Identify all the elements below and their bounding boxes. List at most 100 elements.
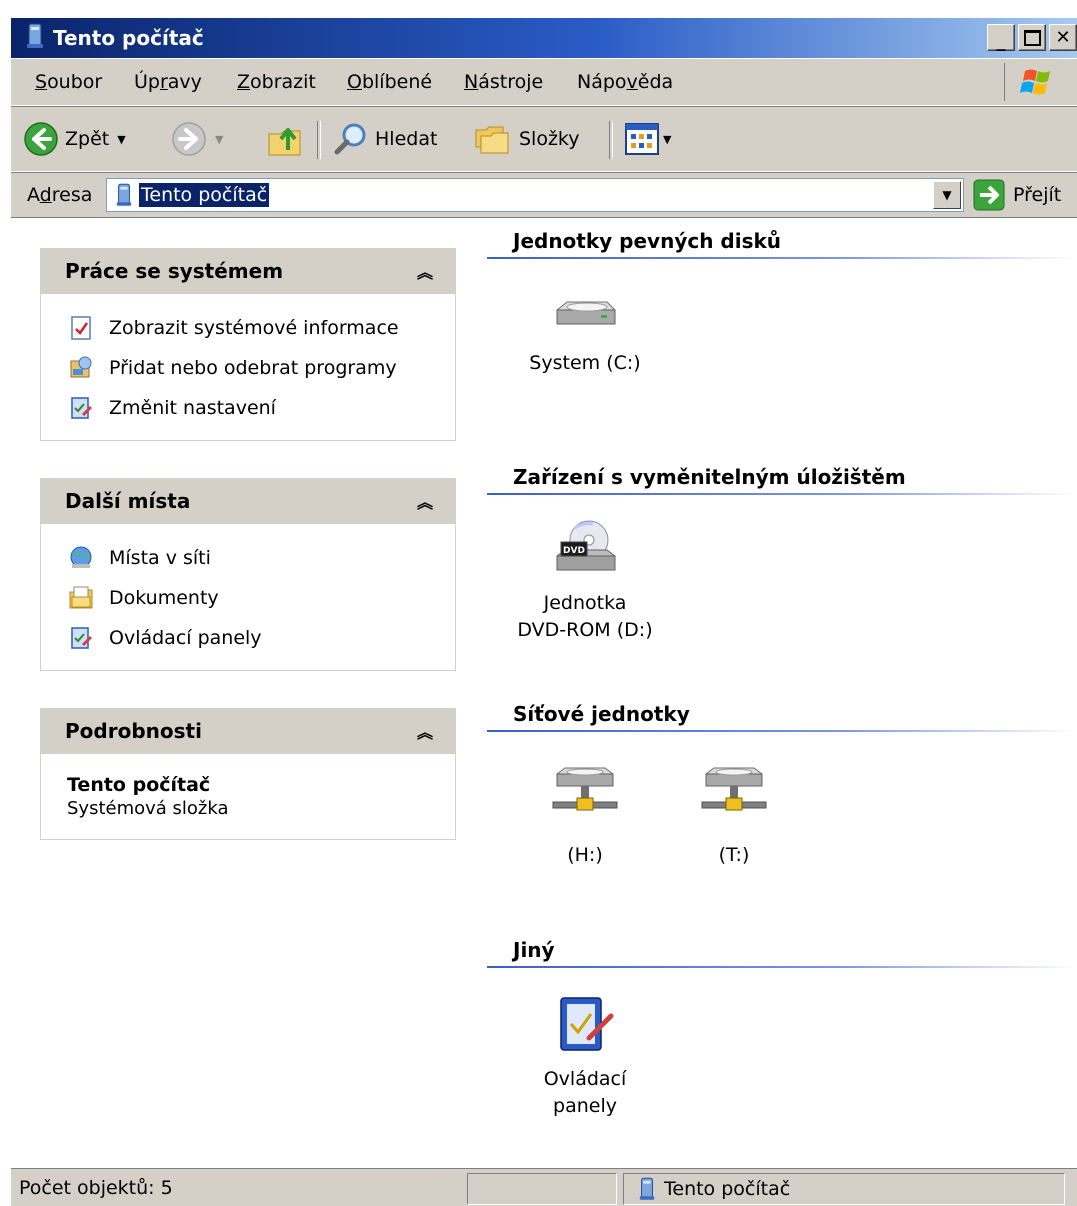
menu-label: obrazit — [250, 71, 316, 93]
group-divider — [487, 493, 1077, 495]
my-computer-icon — [25, 23, 45, 54]
task-pane: Práce se systémem ︽ Zobrazit systémové i… — [11, 218, 477, 1164]
close-button[interactable]: ✕ — [1049, 24, 1077, 51]
group-divider — [487, 966, 1077, 968]
views-button[interactable]: ▼ — [625, 107, 671, 171]
address-bar: Adresa Tento počítač ▼ Přejít — [11, 173, 1077, 218]
system-info-icon — [67, 314, 95, 342]
menu-label: Úp — [134, 71, 160, 93]
forward-button[interactable]: ▼ — [171, 107, 223, 171]
status-empty-cell — [467, 1173, 617, 1205]
group-title-removable: Zařízení s vyměnitelným úložištěm — [513, 465, 906, 489]
address-value: Tento počítač — [139, 183, 270, 207]
folder-up-icon — [268, 128, 301, 156]
system-tasks-header[interactable]: Práce se systémem ︽ — [41, 248, 455, 294]
menu-file[interactable]: Soubor — [35, 71, 102, 93]
link-label: Ovládací panely — [109, 627, 262, 649]
back-button[interactable]: Zpět ▼ — [23, 107, 126, 171]
status-location-label: Tento počítač — [664, 1178, 791, 1200]
add-remove-programs-icon — [67, 354, 95, 382]
details-header[interactable]: Podrobnosti ︽ — [41, 708, 455, 754]
link-label: Změnit nastavení — [109, 397, 276, 419]
item-label-line2: panely — [553, 1095, 617, 1117]
item-label: System (C:) — [529, 352, 641, 374]
folders-button[interactable]: Složky — [473, 107, 580, 171]
close-icon: ✕ — [1055, 27, 1071, 48]
go-button[interactable]: Přejít — [973, 179, 1061, 211]
maximize-button[interactable] — [1018, 24, 1046, 51]
other-places-panel: Další místa ︽ Místa v síti Dokumenty Ovl… — [40, 478, 456, 671]
views-dropdown-icon[interactable]: ▼ — [663, 133, 671, 146]
address-label-accel: d — [39, 184, 52, 206]
back-arrow-icon — [24, 122, 58, 156]
control-panel-icon — [505, 992, 665, 1056]
drive-h[interactable]: (H:) — [505, 764, 665, 869]
link-add-remove-programs[interactable]: Přidat nebo odebrat programy — [67, 348, 455, 388]
menu-view[interactable]: Zobrazit — [237, 71, 316, 93]
minimize-button[interactable]: _ — [987, 24, 1015, 52]
hard-drive-icon — [505, 296, 665, 336]
group-divider — [487, 257, 1077, 259]
menu-accel: O — [347, 71, 362, 93]
my-computer-icon — [115, 183, 133, 207]
item-label-line1: Ovládací — [543, 1068, 627, 1090]
address-dropdown-button[interactable]: ▼ — [933, 181, 961, 209]
drive-t[interactable]: (T:) — [654, 764, 814, 869]
link-label: Dokumenty — [109, 587, 219, 609]
forward-dropdown-icon[interactable]: ▼ — [215, 133, 223, 146]
back-dropdown-icon[interactable]: ▼ — [117, 133, 125, 146]
item-label: (H:) — [567, 844, 603, 866]
go-label: Přejít — [1013, 184, 1062, 206]
window-title: Tento počítač — [53, 26, 204, 50]
details-panel: Podrobnosti ︽ Tento počítač Systémová sl… — [40, 708, 456, 840]
network-drive-icon — [654, 764, 814, 816]
chevron-down-icon: ▼ — [942, 188, 952, 202]
menu-label: ěda — [637, 71, 674, 93]
menu-label: avy — [167, 71, 202, 93]
drive-c[interactable]: System (C:) — [505, 296, 665, 377]
group-title-hard-disks: Jednotky pevných disků — [513, 229, 782, 253]
address-input[interactable]: Tento počítač ▼ — [106, 178, 964, 212]
my-computer-icon — [638, 1177, 656, 1201]
item-label-line1: Jednotka — [543, 592, 627, 614]
link-network-places[interactable]: Místa v síti — [67, 538, 455, 578]
menu-accel: r — [159, 71, 168, 93]
menu-accel: v — [626, 71, 638, 93]
link-view-system-info[interactable]: Zobrazit systémové informace — [67, 308, 455, 348]
back-label: Zpět — [65, 128, 110, 150]
status-bar: Počet objektů: 5 Tento počítač — [11, 1168, 1077, 1206]
menu-accel: Z — [237, 71, 251, 93]
search-button[interactable]: Hledat — [333, 107, 437, 171]
menu-accel: N — [464, 71, 479, 93]
windows-flag-icon — [1020, 69, 1050, 95]
title-bar[interactable]: Tento počítač _ ✕ — [11, 18, 1077, 58]
link-change-setting[interactable]: Změnit nastavení — [67, 388, 455, 428]
address-label: Adresa — [27, 184, 92, 206]
go-arrow-icon — [973, 179, 1005, 211]
menu-label: blíbené — [361, 71, 433, 93]
dvd-badge: DVD — [563, 546, 585, 556]
menu-help[interactable]: Nápověda — [577, 71, 673, 93]
maximize-icon — [1023, 29, 1041, 46]
menu-edit[interactable]: Úpravy — [134, 71, 202, 93]
network-drive-icon — [505, 764, 665, 816]
drive-d[interactable]: DVD Jednotka DVD-ROM (D:) — [505, 518, 665, 644]
link-documents[interactable]: Dokumenty — [67, 578, 455, 618]
menu-favorites[interactable]: Oblíbené — [347, 71, 432, 93]
dvd-drive-icon: DVD — [505, 518, 665, 580]
item-label-line2: DVD-ROM (D:) — [517, 619, 653, 641]
group-title-other: Jiný — [513, 938, 555, 962]
collapse-chevron-icon[interactable]: ︽ — [417, 259, 433, 283]
up-folder-button[interactable] — [266, 107, 306, 171]
other-places-header[interactable]: Další místa ︽ — [41, 478, 455, 524]
link-label: Přidat nebo odebrat programy — [109, 357, 397, 379]
collapse-chevron-icon[interactable]: ︽ — [417, 489, 433, 513]
control-panel-item[interactable]: Ovládací panely — [505, 992, 665, 1120]
menu-label: Nápo — [577, 71, 627, 93]
views-icon — [625, 123, 659, 155]
network-places-icon — [67, 544, 95, 572]
collapse-chevron-icon[interactable]: ︽ — [417, 719, 433, 743]
menu-tools[interactable]: Nástroje — [464, 71, 543, 93]
menu-label: ástroje — [478, 71, 544, 93]
link-control-panel[interactable]: Ovládací panely — [67, 618, 455, 658]
